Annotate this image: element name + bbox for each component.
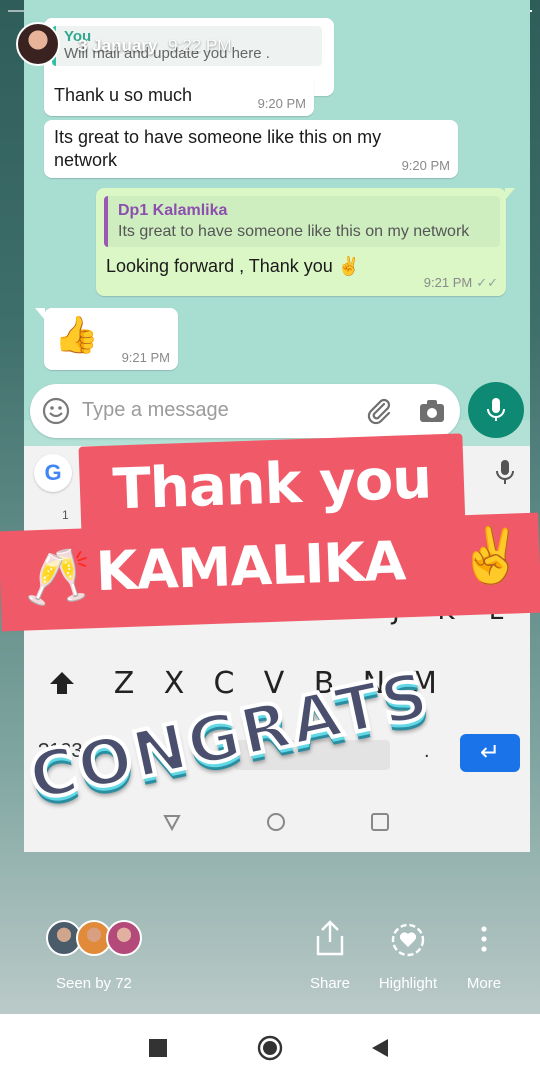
message-time: 9:21 PM ✓✓ [424, 275, 498, 291]
reply-text: Its great to have someone like this on m… [118, 223, 470, 240]
key-hint-number: 1 [62, 508, 69, 522]
back-icon[interactable] [370, 1037, 390, 1059]
message-time: 9:20 PM [401, 158, 450, 173]
key-x[interactable]: X [154, 666, 194, 701]
read-ticks-icon: ✓✓ [476, 275, 498, 290]
recents-nav-inner-icon [371, 813, 389, 831]
highlight-label: Highlight [378, 975, 438, 992]
thank-you-text: Thank you [111, 446, 433, 523]
share-icon [316, 920, 344, 956]
reply-author: Dp1 Kalamlika [118, 202, 228, 219]
message-bubble-outgoing[interactable]: Dp1 Kalamlika Its great to have someone … [96, 188, 515, 296]
chat-background: You Will mail and update you here . Than… [24, 0, 530, 438]
message-input-bar[interactable]: Type a message [30, 384, 460, 438]
more-label: More [466, 975, 502, 992]
recents-icon[interactable] [149, 1039, 167, 1057]
seen-by-count[interactable]: Seen by 72 [56, 975, 132, 992]
more-icon [481, 926, 487, 952]
name-sticker[interactable]: KAMALIKA 🥂 ✌️ [0, 512, 540, 632]
attach-icon[interactable] [364, 396, 394, 426]
viewer-avatar [106, 920, 142, 956]
avatar[interactable] [16, 22, 60, 66]
voice-record-button[interactable] [468, 382, 524, 438]
key-z[interactable]: Z [104, 666, 144, 701]
viewers-avatars[interactable] [46, 920, 146, 960]
message-text: Its great to have someone like this on m… [54, 127, 382, 170]
home-nav-inner-icon [267, 813, 285, 831]
message-bubble-incoming[interactable]: 👍 9:21 PM [35, 308, 178, 370]
message-time: 9:20 PM [257, 96, 306, 111]
message-time: 9:21 PM [121, 350, 170, 365]
share-label: Share [309, 975, 351, 992]
name-text: KAMALIKA [94, 529, 407, 604]
keyboard-mic-icon[interactable] [494, 458, 516, 488]
emoji-icon[interactable] [42, 397, 70, 425]
camera-icon[interactable] [418, 398, 446, 424]
reply-quote[interactable]: Dp1 Kalamlika Its great to have someone … [104, 196, 500, 247]
mic-icon [487, 398, 505, 421]
message-input[interactable]: Type a message [82, 399, 229, 422]
message-time-label: 9:21 PM [423, 275, 473, 290]
story-timestamp: 3 January 9:22 PM [78, 36, 231, 56]
message-bubble-incoming[interactable]: Its great to have someone like this on m… [44, 120, 458, 178]
highlight-icon [391, 923, 425, 957]
story-date: 3 January [78, 36, 158, 55]
system-nav-bar [0, 1014, 540, 1080]
message-bubble-incoming[interactable]: Thank u so much 9:20 PM [44, 78, 314, 116]
champagne-emoji: 🥂 [22, 544, 92, 610]
story-time: 9:22 PM [168, 36, 232, 55]
key-c[interactable]: C [204, 666, 244, 701]
google-icon[interactable]: G [34, 454, 72, 492]
home-icon[interactable] [257, 1035, 283, 1061]
victory-emoji: ✌️ [456, 523, 525, 589]
shift-icon[interactable] [48, 670, 76, 696]
